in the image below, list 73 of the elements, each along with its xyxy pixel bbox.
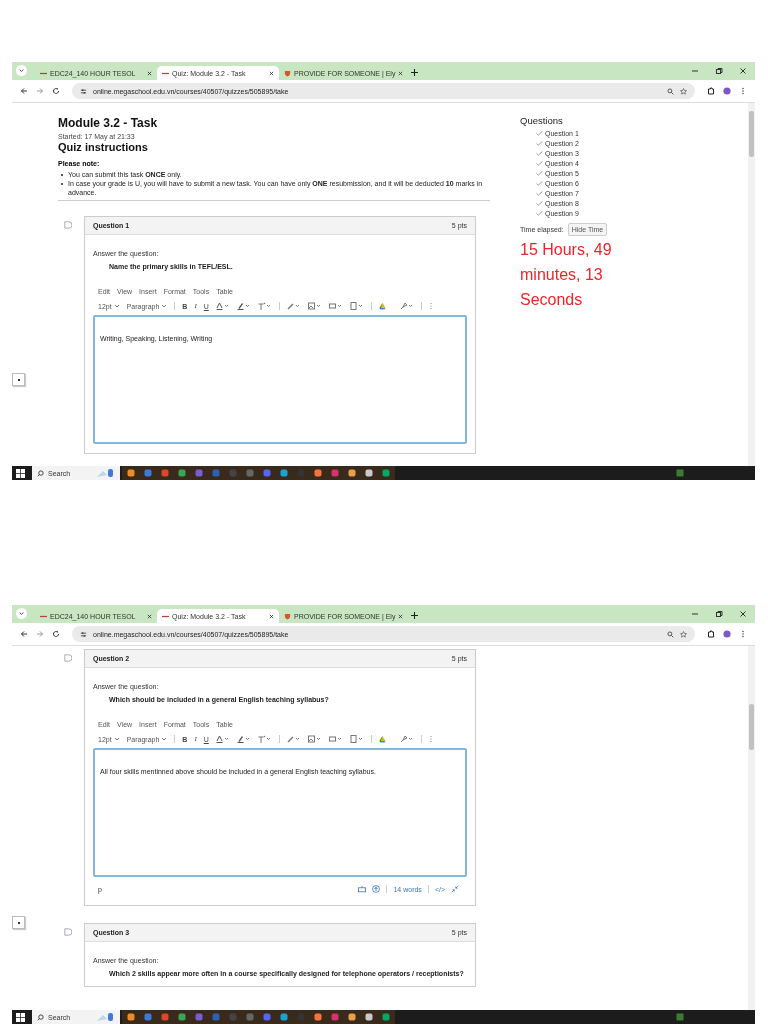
tab-search-icon[interactable] [16,608,27,619]
star-icon[interactable] [680,87,687,95]
menu-icon[interactable] [739,87,747,95]
tab-search-icon[interactable] [16,65,27,76]
menu-icon[interactable] [739,630,747,638]
tray-icon[interactable] [675,468,685,478]
zoom-icon[interactable] [667,87,674,95]
reload-icon[interactable] [52,630,60,638]
restore-icon[interactable] [715,610,723,618]
restore-icon[interactable] [715,67,723,75]
collapse-icon[interactable] [451,885,459,893]
windows-start-icon[interactable] [16,1012,25,1022]
plugin-icon[interactable] [399,735,414,743]
back-icon[interactable] [20,87,28,95]
avatar-icon[interactable] [723,87,731,95]
scrollbar[interactable] [748,103,755,466]
link-icon[interactable] [286,302,301,310]
highlight-icon[interactable] [236,735,251,743]
new-tab-icon[interactable] [411,612,418,619]
back-icon[interactable] [20,630,28,638]
media-icon[interactable] [328,735,343,743]
keyboard-icon[interactable] [358,885,367,893]
highlight-icon[interactable] [236,302,251,310]
close-icon[interactable] [739,610,747,618]
windows-start-icon[interactable] [16,468,25,478]
document-icon[interactable] [349,302,364,310]
search-icon [37,469,44,477]
site-settings-icon[interactable] [80,87,87,95]
close-icon[interactable] [398,70,404,76]
tray-icon[interactable] [675,1012,685,1022]
close-icon[interactable] [398,613,404,619]
reload-icon[interactable] [52,87,60,95]
sidebar-toggle-button[interactable] [12,916,25,929]
chevron-down-icon [161,304,168,308]
minimize-icon[interactable] [691,67,699,75]
document-icon[interactable] [349,735,364,743]
sidebar-title: Questions [520,115,564,126]
site-settings-icon[interactable] [80,630,87,638]
search-icon [37,1013,44,1021]
chevron-down-icon [161,737,168,741]
close-icon[interactable] [269,613,274,619]
elapsed-time: 15 Hours, 49 minutes, 13 Seconds [520,240,613,310]
extensions-icon[interactable] [707,87,715,95]
star-icon[interactable] [680,630,687,638]
plugin-icon[interactable] [399,302,414,310]
text-color-icon[interactable] [215,735,230,743]
chevron-down-icon [113,304,120,308]
media-icon[interactable] [328,302,343,310]
sidebar-toggle-button[interactable] [12,373,25,386]
extensions-icon[interactable] [707,630,715,638]
image-icon[interactable] [307,302,322,310]
close-icon[interactable] [147,613,152,619]
shield-icon [284,69,291,77]
avatar-icon[interactable] [723,630,731,638]
close-icon[interactable] [739,67,747,75]
app-icon[interactable] [96,468,116,478]
close-icon[interactable] [147,70,152,76]
chevron-down-icon [113,737,120,741]
new-tab-icon[interactable] [411,69,418,76]
shield-icon [284,612,291,620]
zoom-icon[interactable] [667,630,674,638]
app-icon[interactable] [96,1012,116,1022]
superscript-icon[interactable] [257,735,272,743]
minimize-icon[interactable] [691,610,699,618]
text-color-icon[interactable] [215,302,230,310]
image-icon[interactable] [307,735,322,743]
superscript-icon[interactable] [257,302,272,310]
link-icon[interactable] [286,735,301,743]
section-title: Quiz instructions [58,141,149,153]
scrollbar[interactable] [748,646,755,1010]
close-icon[interactable] [269,70,274,76]
page-title: Module 3.2 - Task [58,116,159,130]
accessibility-icon[interactable] [372,885,381,893]
